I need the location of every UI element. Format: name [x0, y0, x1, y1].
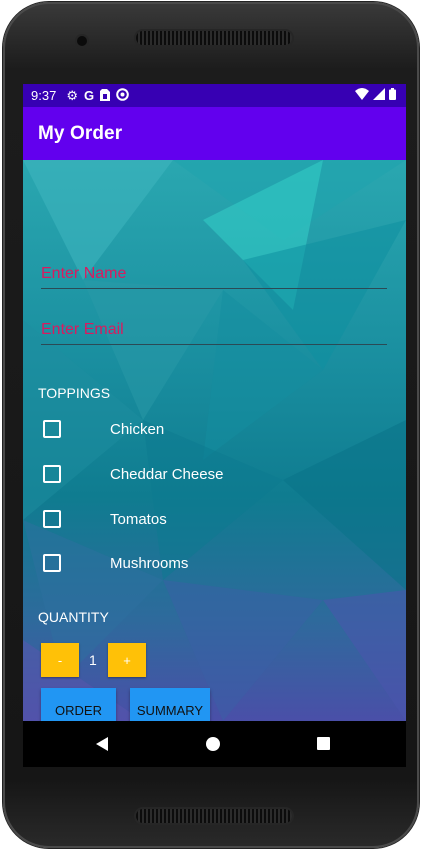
topping-label: Chicken [110, 420, 165, 438]
do-not-disturb-icon [116, 88, 129, 103]
bottom-speaker-grille [136, 809, 292, 823]
topping-chicken[interactable]: Chicken [43, 417, 164, 441]
status-time: 9:37 [31, 88, 57, 103]
wifi-icon [355, 88, 369, 103]
topping-cheddar-cheese[interactable]: Cheddar Cheese [43, 462, 223, 486]
quantity-label: QUANTITY [38, 609, 109, 625]
screen: 9:37 ⚙ G My Order Enter Name Enter Email… [23, 84, 406, 767]
email-field[interactable] [41, 316, 387, 345]
gear-icon: ⚙ [66, 88, 78, 103]
increment-button[interactable]: + [108, 643, 146, 677]
topping-tomatos[interactable]: Tomatos [43, 507, 167, 531]
home-icon[interactable] [206, 737, 220, 751]
decrement-button[interactable]: - [41, 643, 79, 677]
app-bar: My Order [23, 107, 406, 160]
navigation-bar [23, 721, 406, 767]
checkbox[interactable] [43, 420, 61, 438]
checkbox[interactable] [43, 554, 61, 572]
signal-icon [373, 88, 385, 103]
top-speaker-grille [136, 31, 292, 45]
sim-card-icon [100, 88, 111, 103]
google-icon: G [83, 88, 95, 103]
quantity-value: 1 [89, 652, 97, 668]
checkbox[interactable] [43, 510, 61, 528]
front-camera [77, 36, 87, 46]
battery-icon [389, 88, 396, 103]
topping-mushrooms[interactable]: Mushrooms [43, 551, 188, 575]
app-title: My Order [38, 122, 123, 144]
topping-label: Tomatos [110, 510, 167, 528]
name-field[interactable] [41, 260, 387, 289]
toppings-label: TOPPINGS [38, 385, 111, 401]
order-button[interactable]: ORDER [41, 688, 116, 721]
summary-button[interactable]: SUMMARY [130, 688, 210, 721]
topping-label: Mushrooms [110, 554, 189, 572]
checkbox[interactable] [43, 465, 61, 483]
order-form: TOPPINGS Chicken Cheddar Cheese Tomatos … [23, 160, 406, 721]
recent-apps-icon[interactable] [317, 737, 330, 750]
status-bar: 9:37 ⚙ G [23, 84, 406, 107]
back-icon[interactable] [96, 737, 108, 751]
topping-label: Cheddar Cheese [110, 465, 224, 483]
phone-frame: 9:37 ⚙ G My Order Enter Name Enter Email… [3, 2, 419, 848]
